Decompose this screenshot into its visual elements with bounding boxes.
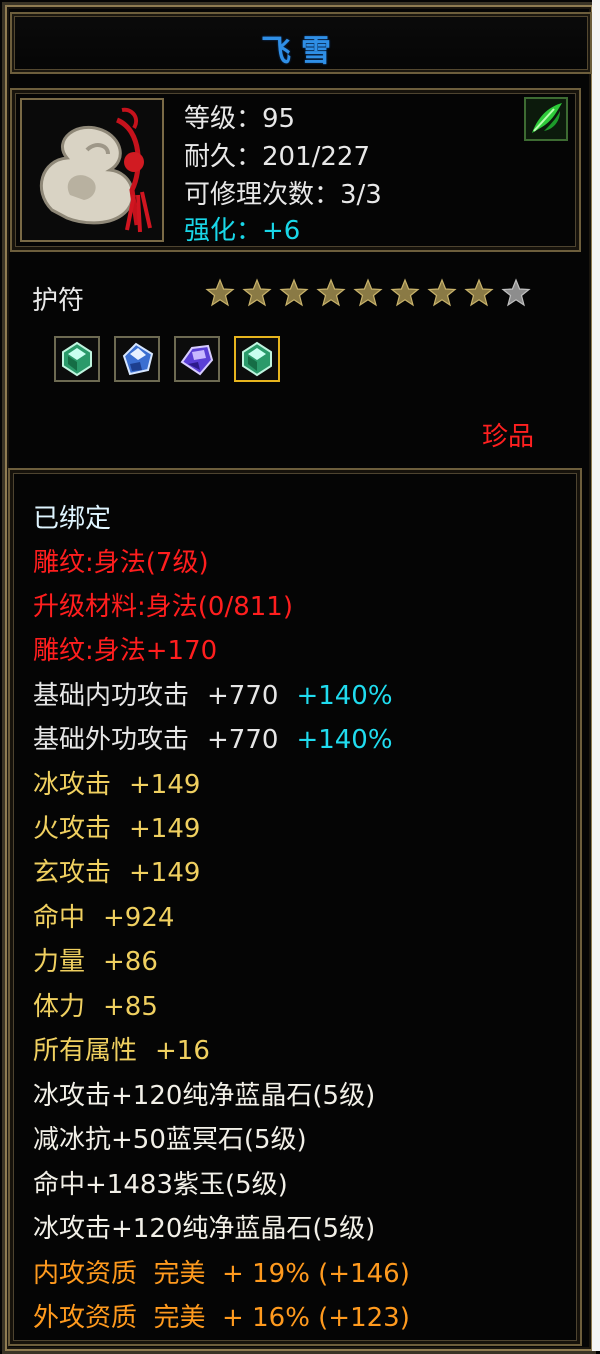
- star-filled-icon: [464, 278, 494, 307]
- socket-row: [54, 336, 280, 382]
- star-filled-icon: [205, 278, 235, 307]
- star-filled-icon: [279, 278, 309, 307]
- green-gem-icon: [62, 341, 92, 377]
- bound-status: 已绑定: [33, 504, 112, 534]
- rarity-label: 珍品: [482, 422, 535, 452]
- star-filled-icon: [353, 278, 383, 307]
- gem-line: 减冰抗+50蓝冥石(5级): [33, 1125, 307, 1155]
- star-filled-icon: [390, 278, 420, 307]
- amulet-icon[interactable]: [20, 98, 164, 242]
- attr-label: 冰攻击: [33, 770, 112, 800]
- scrollbar-edge: [592, 0, 600, 1351]
- engrave-line: 雕纹:身法(7级): [33, 548, 209, 578]
- socket-4[interactable]: [234, 336, 280, 382]
- attr-line: 火攻击 +149: [33, 813, 200, 845]
- stat-label: 基础内功攻击: [33, 681, 190, 711]
- socket-2[interactable]: [114, 336, 160, 382]
- star-filled-icon: [427, 278, 457, 307]
- item-repair-count: 可修理次数：3/3: [184, 180, 382, 210]
- stat-bonus: +140%: [296, 681, 393, 711]
- gem-line: 冰攻击+120纯净蓝晶石(5级): [33, 1081, 376, 1111]
- attr-line: 玄攻击 +149: [33, 857, 200, 889]
- attr-value: +16: [155, 1036, 210, 1066]
- gem-line: 冰攻击+120纯净蓝晶石(5级): [33, 1214, 376, 1244]
- engrave-bonus-line: 雕纹:身法+170: [33, 636, 218, 666]
- attr-value: +149: [129, 770, 201, 800]
- attr-value: +149: [129, 858, 201, 888]
- attr-label: 火攻击: [33, 814, 112, 844]
- star-filled-icon: [242, 278, 272, 307]
- attr-label: 力量: [33, 947, 86, 977]
- base-inner-attack-line: 基础内功攻击 +770 +140%: [33, 680, 393, 712]
- attr-label: 所有属性: [33, 1036, 138, 1066]
- stat-label: 基础外功攻击: [33, 725, 190, 755]
- attr-line: 体力 +85: [33, 991, 158, 1023]
- socket-3[interactable]: [174, 336, 220, 382]
- attr-label: 命中: [33, 903, 86, 933]
- gem-line: 命中+1483紫玉(5级): [33, 1170, 288, 1200]
- attr-label: 体力: [33, 992, 86, 1022]
- star-filled-icon: [316, 278, 346, 307]
- attr-line: 命中 +924: [33, 902, 174, 934]
- star-empty-icon: [501, 278, 531, 307]
- stat-value: +770: [207, 681, 279, 711]
- attr-line: 所有属性 +16: [33, 1035, 210, 1067]
- attr-value: +924: [103, 903, 175, 933]
- stat-bonus: +140%: [296, 725, 393, 755]
- stat-value: +770: [207, 725, 279, 755]
- green-feather-icon[interactable]: [524, 97, 568, 141]
- attr-value: +149: [129, 814, 201, 844]
- upgrade-material-line: 升级材料:身法(0/811): [33, 592, 293, 622]
- item-enhance: 强化：+6: [184, 216, 301, 246]
- title-bar: 飞雪: [10, 12, 592, 74]
- star-rating: [205, 278, 531, 310]
- item-level: 等级：95: [184, 104, 296, 134]
- attr-value: +86: [103, 947, 158, 977]
- blue-gem-icon: [122, 342, 154, 376]
- attr-line: 力量 +86: [33, 946, 158, 978]
- quality-line: 内攻资质 完美 + 19% (+146): [33, 1259, 410, 1289]
- item-durability: 耐久：201/227: [184, 142, 371, 172]
- item-name: 飞雪: [261, 34, 341, 69]
- socket-1[interactable]: [54, 336, 100, 382]
- attr-line: 冰攻击 +149: [33, 769, 200, 801]
- item-tooltip: 飞雪 等级：95 耐久：201/227 可修理次数：3/3 强化：+6 护符 珍…: [0, 0, 600, 1354]
- attr-label: 玄攻击: [33, 858, 112, 888]
- quality-line: 外攻资质 完美 + 16% (+123): [33, 1303, 410, 1333]
- purple-gem-icon: [180, 344, 214, 376]
- base-outer-attack-line: 基础外功攻击 +770 +140%: [33, 724, 393, 756]
- attr-value: +85: [103, 992, 158, 1022]
- green-gem-icon: [242, 341, 272, 377]
- item-category: 护符: [32, 286, 85, 316]
